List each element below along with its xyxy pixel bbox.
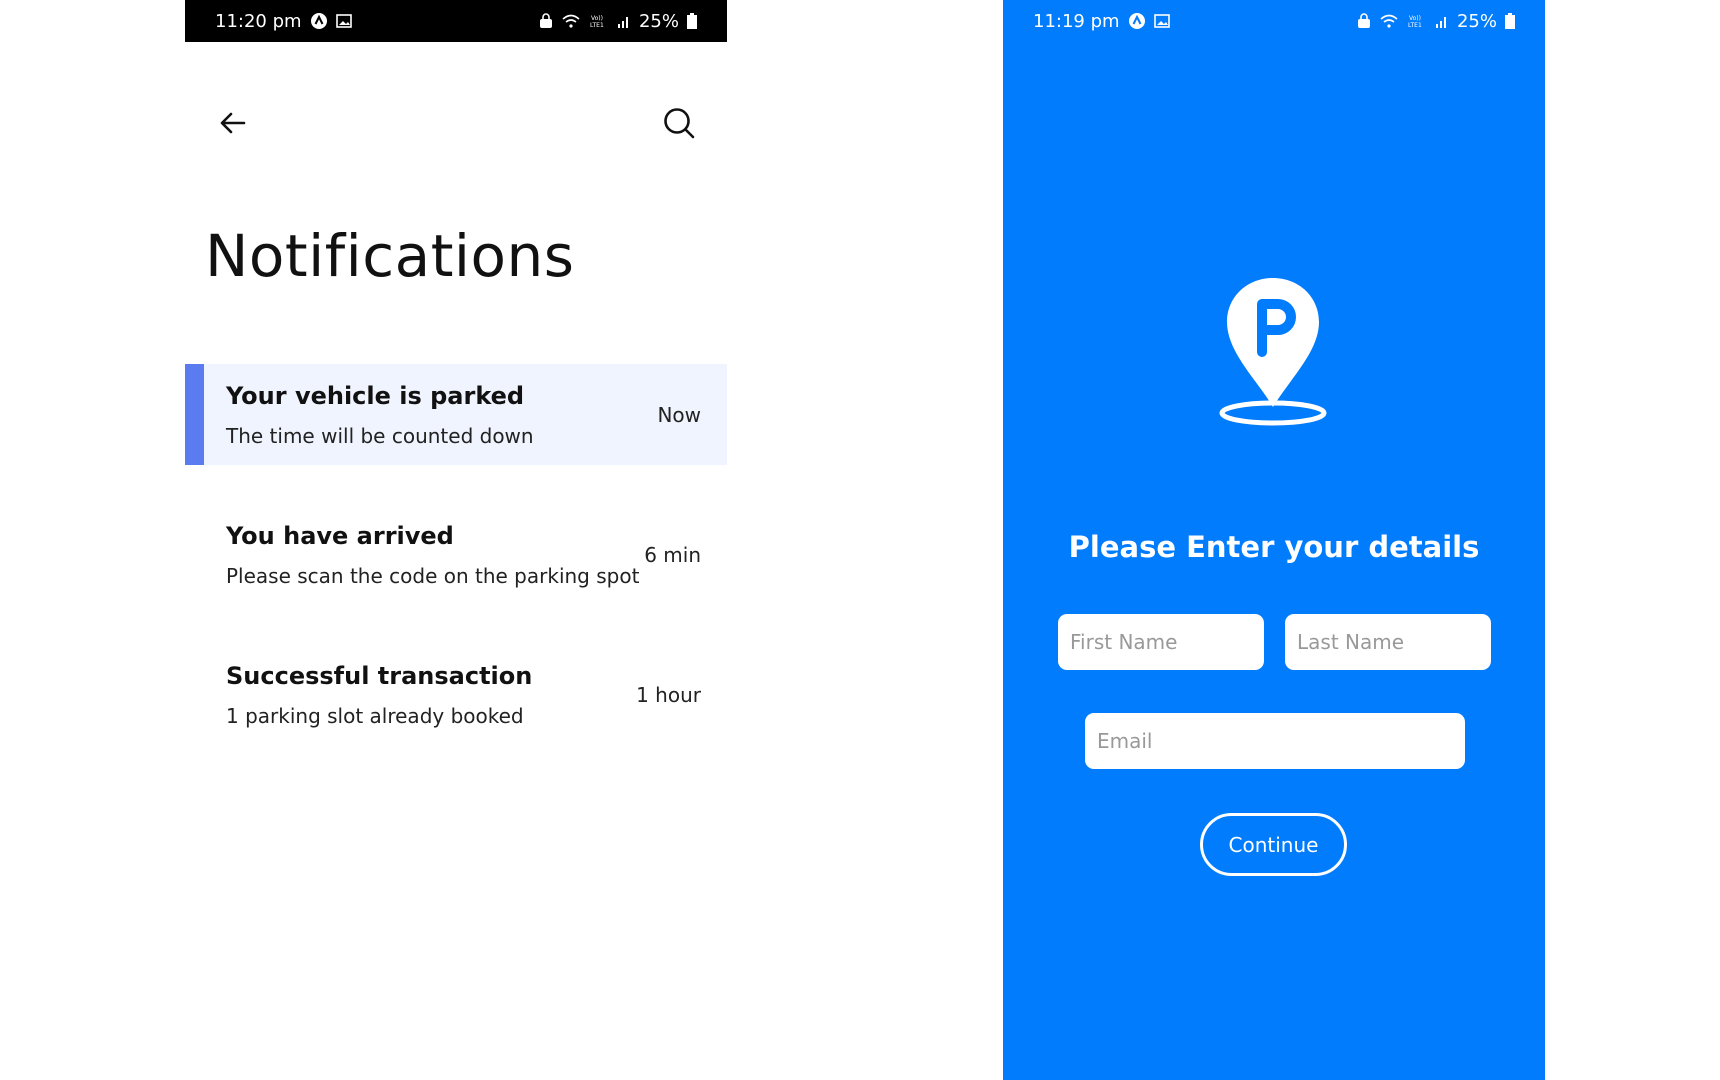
notification-subtitle: The time will be counted down: [226, 423, 534, 448]
notification-texts: Your vehicle is parked The time will be …: [226, 382, 534, 448]
notification-texts: Successful transaction 1 parking slot al…: [226, 662, 532, 728]
status-bar: 11:20 pm Vo)) LTE1 25%: [185, 0, 727, 42]
battery-percent: 25%: [638, 10, 679, 32]
back-button[interactable]: [210, 100, 256, 146]
volte-icon: Vo)) LTE1: [589, 13, 609, 29]
signal-icon: [617, 14, 631, 28]
active-indicator-bar: [185, 364, 204, 465]
svg-text:Vo)): Vo)): [591, 15, 603, 22]
notification-time: Now: [657, 402, 701, 427]
notification-item[interactable]: Your vehicle is parked The time will be …: [185, 364, 727, 465]
battery-percent: 25%: [1456, 10, 1497, 32]
wifi-icon: [561, 13, 581, 29]
search-button[interactable]: [656, 100, 702, 146]
svg-text:LTE1: LTE1: [590, 22, 604, 29]
back-arrow-icon: [220, 112, 246, 134]
svg-text:Vo)): Vo)): [1409, 15, 1421, 22]
status-bar-right: Vo)) LTE1 25%: [1357, 11, 1515, 32]
notifications-screen: 11:20 pm Vo)) LTE1 25% Notifications You…: [185, 0, 727, 1080]
volte-icon: Vo)) LTE1: [1407, 13, 1427, 29]
notification-title: You have arrived: [226, 521, 454, 550]
email-field[interactable]: [1085, 713, 1465, 769]
lock-icon: [1357, 13, 1371, 29]
status-bar: 11:19 pm Vo)) LTE1 25%: [1003, 0, 1545, 42]
notification-subtitle: 1 parking slot already booked: [226, 703, 524, 728]
status-bar-left: 11:20 pm: [215, 11, 352, 32]
svg-text:LTE1: LTE1: [1408, 22, 1422, 29]
notification-subtitle: Please scan the code on the parking spot: [226, 563, 640, 588]
status-bar-right: Vo)) LTE1 25%: [539, 11, 697, 32]
nav-app-icon: [310, 12, 328, 30]
top-app-bar: [210, 100, 702, 146]
notification-item[interactable]: You have arrived Please scan the code on…: [185, 504, 727, 605]
form-heading: Please Enter your details: [1068, 530, 1480, 564]
last-name-field[interactable]: [1285, 614, 1491, 670]
notification-time: 1 hour: [636, 682, 701, 707]
battery-icon: [1505, 13, 1515, 29]
status-time: 11:19 pm: [1033, 10, 1120, 32]
notification-item[interactable]: Successful transaction 1 parking slot al…: [185, 644, 727, 745]
search-icon: [664, 108, 695, 139]
status-time: 11:20 pm: [215, 10, 302, 32]
notification-title: Successful transaction: [226, 661, 533, 690]
status-bar-left: 11:19 pm: [1033, 11, 1170, 32]
gallery-icon: [1153, 13, 1170, 29]
notification-time: 6 min: [644, 542, 701, 567]
continue-button[interactable]: Continue: [1200, 813, 1347, 876]
gallery-icon: [335, 13, 352, 29]
battery-icon: [687, 13, 697, 29]
notification-title: Your vehicle is parked: [226, 381, 525, 410]
first-name-field[interactable]: [1058, 614, 1264, 670]
lock-icon: [539, 13, 553, 29]
signal-icon: [1435, 14, 1449, 28]
parking-pin-icon: [1217, 270, 1329, 434]
notification-texts: You have arrived Please scan the code on…: [226, 522, 639, 588]
page-title: Notifications: [205, 222, 575, 290]
details-form-screen: 11:19 pm Vo)) LTE1 25% Please Enter your…: [1003, 0, 1545, 1080]
wifi-icon: [1379, 13, 1399, 29]
nav-app-icon: [1128, 12, 1146, 30]
